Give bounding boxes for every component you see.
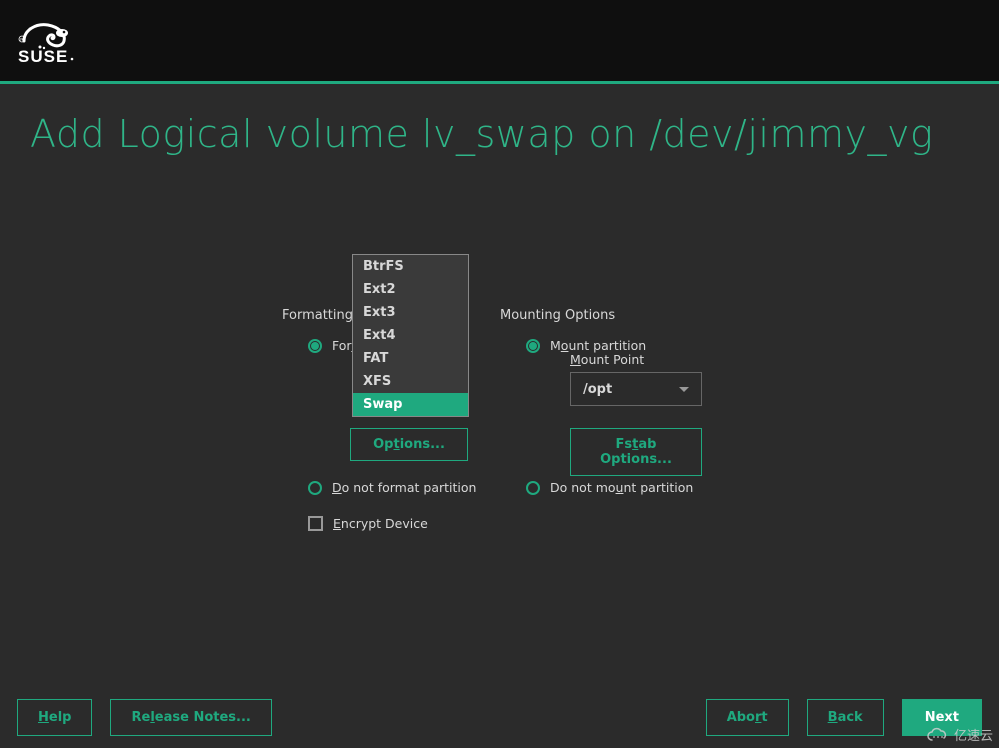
page-title: Add Logical volume lv_swap on /dev/jimmy…: [0, 84, 999, 176]
release-notes-button[interactable]: Release Notes...: [110, 699, 271, 736]
radio-selected-icon: [526, 339, 540, 353]
fs-option-btrfs[interactable]: BtrFS: [353, 255, 468, 278]
radio-selected-icon: [308, 339, 322, 353]
back-button[interactable]: Back: [807, 699, 884, 736]
watermark: 亿速云: [925, 725, 993, 744]
mount-point-label: Mount Point: [570, 352, 644, 367]
format-options-button[interactable]: Options...: [350, 428, 468, 461]
fs-option-ext4[interactable]: Ext4: [353, 324, 468, 347]
fs-option-xfs[interactable]: XFS: [353, 370, 468, 393]
do-not-format-radio[interactable]: Do not format partition: [308, 480, 476, 495]
mount-partition-radio[interactable]: Mount partition: [526, 338, 646, 353]
fs-option-ext2[interactable]: Ext2: [353, 278, 468, 301]
mount-point-select[interactable]: /opt: [570, 372, 702, 406]
suse-logo: SUSE R: [18, 15, 112, 67]
cloud-icon: [925, 727, 949, 743]
mount-partition-label: Mount partition: [550, 338, 646, 353]
fs-option-fat[interactable]: FAT: [353, 347, 468, 370]
do-not-format-label: Do not format partition: [332, 480, 476, 495]
do-not-mount-radio[interactable]: Do not mount partition: [526, 480, 693, 495]
fstab-options-button[interactable]: Fstab Options...: [570, 428, 702, 476]
mount-point-value: /opt: [583, 382, 612, 397]
footer-left-group: Help Release Notes...: [17, 699, 272, 736]
header-bar: SUSE R: [0, 0, 999, 84]
fs-option-swap[interactable]: Swap: [353, 393, 468, 416]
checkbox-icon: [308, 516, 323, 531]
encrypt-device-checkbox[interactable]: Encrypt Device: [308, 516, 428, 531]
fs-option-ext3[interactable]: Ext3: [353, 301, 468, 324]
encrypt-device-label: Encrypt Device: [333, 516, 428, 531]
do-not-mount-label: Do not mount partition: [550, 480, 693, 495]
footer-bar: Help Release Notes... Abort Back Next: [0, 699, 999, 736]
radio-unselected-icon: [308, 481, 322, 495]
filesystem-dropdown[interactable]: BtrFS Ext2 Ext3 Ext4 FAT XFS Swap: [352, 254, 469, 417]
mounting-options-label: Mounting Options: [500, 308, 615, 323]
help-button[interactable]: Help: [17, 699, 92, 736]
watermark-text: 亿速云: [954, 725, 993, 744]
chevron-down-icon: [679, 387, 689, 392]
abort-button[interactable]: Abort: [706, 699, 789, 736]
svg-text:SUSE: SUSE: [18, 47, 68, 66]
radio-unselected-icon: [526, 481, 540, 495]
